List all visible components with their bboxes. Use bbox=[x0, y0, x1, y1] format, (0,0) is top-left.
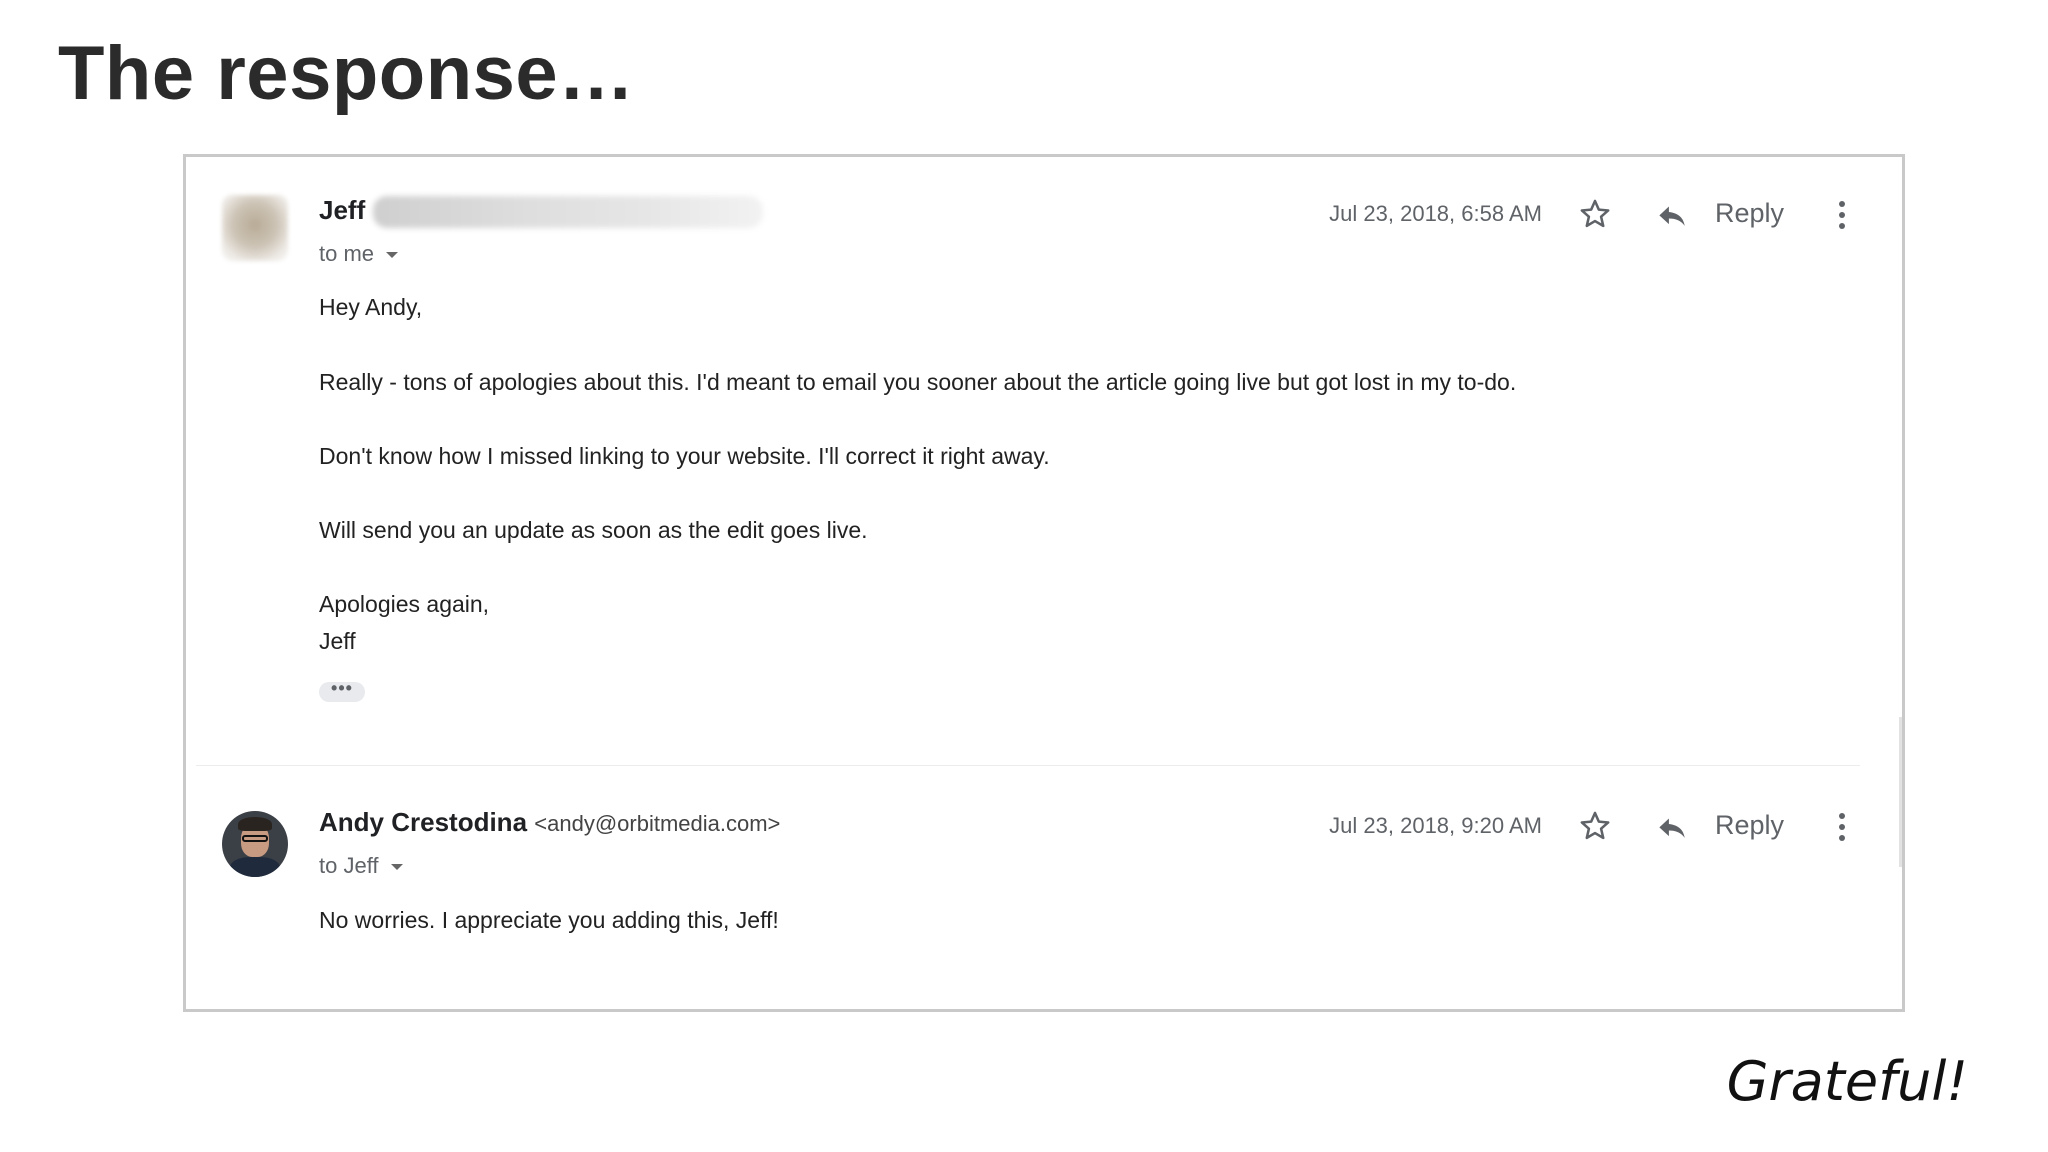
body-line: No worries. I appreciate you adding this… bbox=[319, 907, 779, 933]
sender-name: Andy Crestodina bbox=[319, 807, 528, 837]
email-message: Andy Crestodina <andy@orbitmedia.com> to… bbox=[186, 769, 1902, 1009]
reply-button[interactable]: Reply bbox=[1715, 198, 1784, 229]
body-line: Will send you an update as soon as the e… bbox=[319, 517, 868, 543]
avatar[interactable] bbox=[222, 811, 288, 877]
redacted-email bbox=[373, 196, 764, 229]
body-line: Hey Andy, bbox=[319, 294, 423, 320]
more-vert-icon[interactable] bbox=[1838, 812, 1846, 842]
slide-title: The response… bbox=[58, 31, 635, 116]
caret-down-icon[interactable] bbox=[390, 864, 403, 871]
reply-icon[interactable] bbox=[1656, 813, 1690, 843]
reply-icon[interactable] bbox=[1656, 201, 1690, 231]
recipient-toggle[interactable]: to me bbox=[319, 241, 399, 267]
recipient-toggle[interactable]: to Jeff bbox=[319, 853, 403, 879]
email-thread: Jeff to me Jul 23, 2018, 6:58 AM Reply H… bbox=[183, 154, 1905, 1012]
message-date: Jul 23, 2018, 9:20 AM bbox=[1329, 813, 1542, 838]
body-line: Don't know how I missed linking to your … bbox=[319, 443, 1050, 469]
reply-button[interactable]: Reply bbox=[1715, 810, 1784, 841]
sender-email: <andy@orbitmedia.com> bbox=[534, 811, 781, 836]
star-icon[interactable] bbox=[1578, 809, 1612, 843]
body-line: Apologies again, bbox=[319, 591, 490, 617]
message-divider bbox=[196, 765, 1860, 766]
sender[interactable]: Andy Crestodina <andy@orbitmedia.com> bbox=[319, 807, 780, 838]
show-trimmed-content-button[interactable]: ••• bbox=[319, 679, 365, 702]
body-line: Really - tons of apologies about this. I… bbox=[319, 369, 1517, 395]
star-icon[interactable] bbox=[1578, 197, 1612, 231]
recipient-label: to Jeff bbox=[319, 853, 379, 878]
sender-name: Jeff bbox=[319, 195, 366, 225]
email-message: Jeff to me Jul 23, 2018, 6:58 AM Reply H… bbox=[186, 157, 1902, 767]
body-line: Jeff bbox=[319, 628, 356, 654]
slide-caption: Grateful! bbox=[1726, 1050, 1968, 1113]
message-date: Jul 23, 2018, 6:58 AM bbox=[1329, 201, 1542, 226]
caret-down-icon[interactable] bbox=[386, 252, 399, 259]
recipient-label: to me bbox=[319, 241, 375, 266]
more-vert-icon[interactable] bbox=[1838, 200, 1846, 230]
avatar[interactable] bbox=[222, 195, 288, 261]
sender[interactable]: Jeff bbox=[319, 195, 764, 229]
